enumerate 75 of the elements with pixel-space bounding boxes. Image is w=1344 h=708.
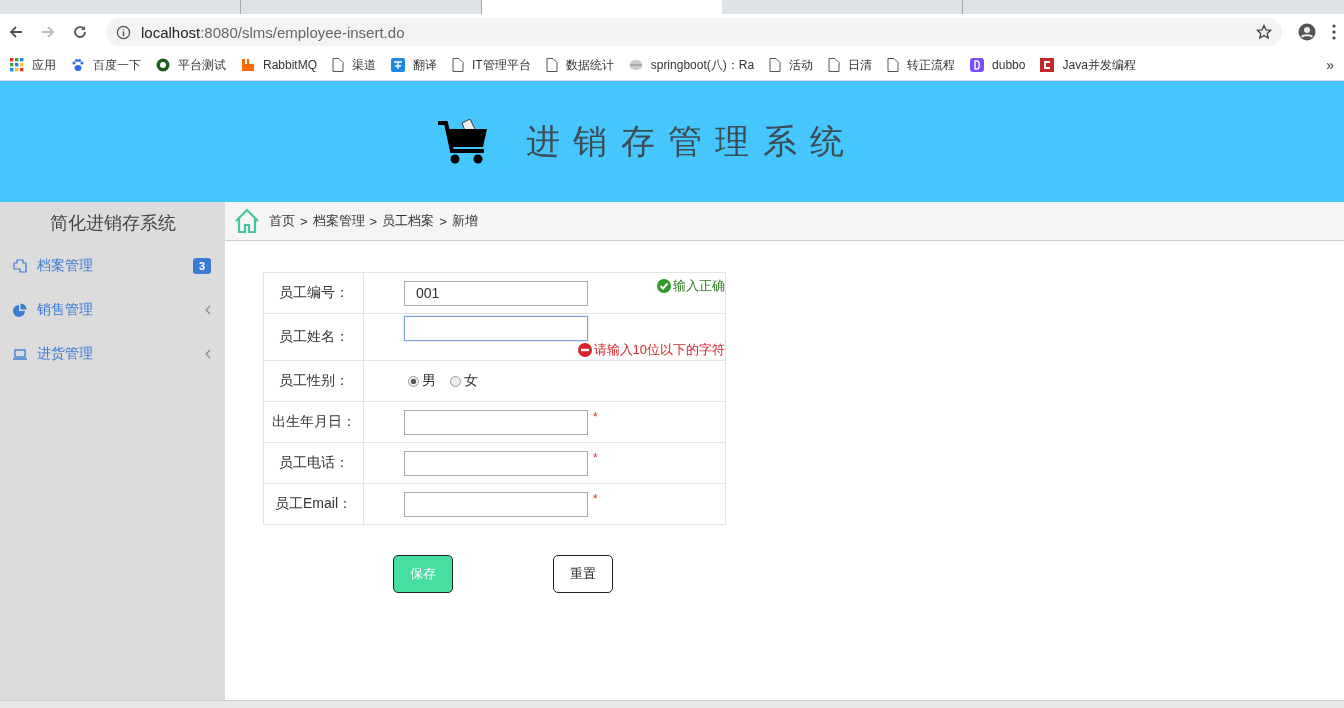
star-icon[interactable] [1256,24,1272,40]
bookmark-item[interactable]: IT管理平台 [452,56,531,74]
shopping-cart-icon [437,118,490,165]
radio-option[interactable]: 男 [408,372,436,390]
bookmark-item[interactable]: 活动 [769,56,814,74]
bookmark-item[interactable]: 应用 [10,56,56,74]
letter-logo-icon [1040,58,1055,72]
bookmark-item[interactable]: Java并发编程 [1040,56,1136,74]
radio-option[interactable]: 女 [450,372,478,390]
breadcrumb-separator: > [439,213,447,229]
validation-message: 输入正确 [657,276,725,295]
horizontal-scrollbar[interactable] [0,700,1344,708]
back-icon[interactable] [8,24,24,40]
paw-icon [71,58,85,72]
radio-button[interactable] [408,375,419,387]
text-input[interactable] [404,315,588,341]
page-icon [452,58,465,72]
account-icon[interactable] [1298,23,1316,41]
bracket-logo-icon [970,58,985,72]
breadcrumb-link[interactable]: 首页 [269,212,295,230]
bookmark-item[interactable]: 转正流程 [887,56,956,74]
field-label: 出生年月日： [263,401,364,443]
copy-icon [13,259,27,273]
rabbit-logo-icon [241,58,255,72]
system-title: 进 销 存 管 理 系 统 [525,120,847,162]
bookmark-item[interactable]: 数据统计 [545,56,614,74]
laptop-icon [13,347,27,361]
field-label: 员工电话： [263,442,364,484]
field-label: 员工性别： [263,360,364,402]
reset-button[interactable]: 重置 [553,555,613,593]
address-bar[interactable]: localhost:8080/slms/employee-insert.do [106,18,1282,46]
bookmark-item[interactable]: dubbo [970,58,1026,72]
bookmark-item[interactable]: 平台测试 [156,56,226,74]
breadcrumb-separator: > [300,213,308,229]
field-label: 员工Email： [263,483,364,525]
check-icon [657,278,671,293]
bookmarks-overflow[interactable]: » [1326,57,1334,73]
breadcrumb-link[interactable]: 档案管理 [312,212,365,230]
radio-button[interactable] [450,375,461,387]
page-icon [769,58,782,72]
validation-message: 请输入10位以下的字符 [577,340,725,359]
sidebar-title: 简化进销存系统 [48,212,177,235]
bookmark-item[interactable]: RabbitMQ [241,58,318,72]
text-input[interactable]: 001 [404,280,588,306]
page-icon [332,58,345,72]
circle-logo-icon [156,58,170,72]
field-label: 员工编号： [263,272,364,314]
translate-icon [391,58,406,72]
required-mark: * [593,450,598,465]
apps-grid-icon [10,58,24,72]
page-icon [828,58,841,72]
sidebar-menu-item[interactable]: 档案管理 3 [0,244,225,288]
bookmark-item[interactable]: 翻译 [391,56,438,74]
required-mark: * [593,409,598,424]
info-icon[interactable] [116,24,131,40]
page-icon [887,58,900,72]
text-input[interactable] [404,409,588,435]
bookmark-item[interactable]: springboot(八)：Ra [628,56,755,74]
bookmark-item[interactable]: 日清 [828,56,873,74]
home-icon[interactable] [234,208,260,234]
bookmark-item[interactable]: 渠道 [332,56,377,74]
text-input[interactable] [404,491,588,517]
text-input[interactable] [404,450,588,476]
no-entry-icon [577,342,592,357]
breadcrumb-link[interactable]: 员工档案 [382,212,435,230]
pie-chart-icon [13,303,27,317]
required-mark: * [593,491,598,506]
breadcrumb-separator: > [369,213,378,229]
menu-icon[interactable] [1332,24,1336,40]
bookmark-item[interactable]: 百度一下 [71,56,141,74]
field-label: 员工姓名： [263,313,364,361]
page-icon [545,58,558,72]
reload-icon[interactable] [72,24,88,40]
forward-icon[interactable] [40,24,56,40]
count-badge: 3 [192,258,211,274]
